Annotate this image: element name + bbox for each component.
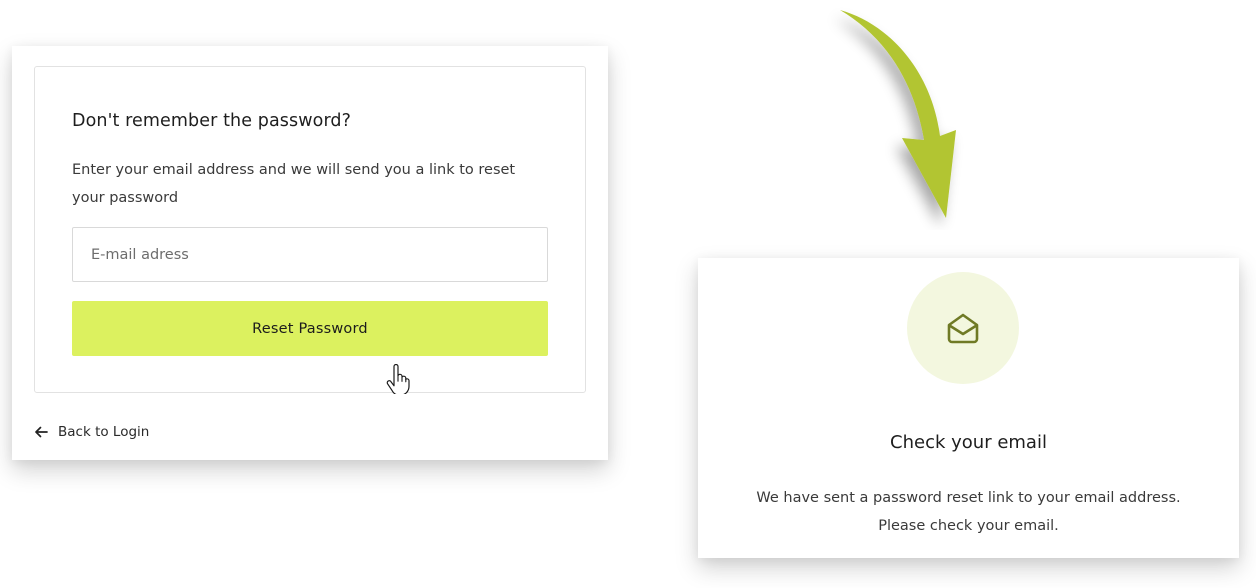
- check-email-description: We have sent a password reset link to yo…: [698, 484, 1239, 540]
- check-email-panel: Check your email We have sent a password…: [698, 258, 1239, 558]
- reset-password-button[interactable]: Reset Password: [72, 301, 548, 356]
- email-input[interactable]: [72, 227, 548, 282]
- forgot-password-description: Enter your email address and we will sen…: [72, 162, 516, 206]
- check-email-title: Check your email: [890, 432, 1047, 453]
- forgot-password-panel: Don't remember the password? Enter your …: [12, 46, 608, 460]
- check-email-line-2: Please check your email.: [878, 518, 1059, 534]
- envelope-open-icon: [947, 313, 979, 344]
- arrow-left-icon: [35, 426, 48, 438]
- mail-icon-circle: [907, 272, 1019, 384]
- back-to-login-link[interactable]: Back to Login: [34, 422, 149, 442]
- stage: Don't remember the password? Enter your …: [0, 0, 1256, 588]
- hand-pointer-icon: [386, 363, 410, 396]
- back-to-login-label: Back to Login: [58, 424, 150, 440]
- check-email-line-1: We have sent a password reset link to yo…: [756, 490, 1181, 506]
- forgot-password-card: Don't remember the password? Enter your …: [34, 66, 586, 396]
- forgot-password-title: Don't remember the password?: [72, 111, 352, 131]
- curved-arrow-icon: [824, 0, 994, 230]
